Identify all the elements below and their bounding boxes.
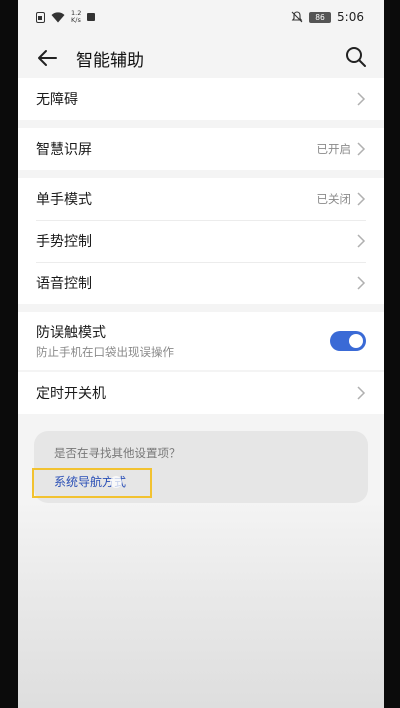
background-fade xyxy=(18,500,384,708)
sim-card-icon xyxy=(36,11,45,23)
chevron-right-icon xyxy=(357,192,366,206)
settings-item-label: 手势控制 xyxy=(36,234,92,250)
back-arrow-icon[interactable] xyxy=(34,44,62,72)
bell-off-icon xyxy=(291,11,303,23)
chevron-right-icon xyxy=(357,386,366,400)
settings-item-one-hand-mode[interactable]: 单手模式 已关闭 xyxy=(18,178,384,220)
suggestion-question: 是否在寻找其他设置项？ xyxy=(54,446,181,460)
page-title: 智能辅助 xyxy=(76,51,144,71)
section-controls: 单手模式 已关闭 手势控制 语音控制 xyxy=(18,178,384,304)
settings-item-status: 已开启 xyxy=(316,142,352,156)
chevron-right-icon xyxy=(357,92,366,106)
wifi-icon xyxy=(51,11,65,23)
search-icon[interactable] xyxy=(342,43,370,71)
toggle-knob xyxy=(349,334,363,348)
chevron-right-icon xyxy=(357,234,366,248)
settings-item-description: 防止手机在口袋出现误操作 xyxy=(36,345,174,359)
settings-item-label: 无障碍 xyxy=(36,92,78,108)
app-header: 智能辅助 xyxy=(18,36,384,80)
settings-item-gesture-control[interactable]: 手势控制 xyxy=(18,220,384,262)
settings-item-accessibility[interactable]: 无障碍 xyxy=(18,78,384,120)
chevron-right-icon xyxy=(357,276,366,290)
settings-item-accidental-touch: 防误触模式 防止手机在口袋出现误操作 xyxy=(18,312,384,370)
clock: 5:06 xyxy=(337,10,364,24)
section-smart-screen: 智慧识屏 已开启 xyxy=(18,128,384,170)
touch-indicator xyxy=(110,476,122,488)
accidental-touch-toggle[interactable] xyxy=(330,331,366,351)
settings-item-label: 防误触模式 xyxy=(36,325,106,341)
network-speed-unit: K/s xyxy=(71,16,81,24)
settings-item-voice-control[interactable]: 语音控制 xyxy=(18,262,384,304)
settings-item-status: 已关闭 xyxy=(316,192,352,206)
media-notification-icon xyxy=(87,13,96,21)
section-accessibility: 无障碍 xyxy=(18,78,384,120)
settings-item-label: 单手模式 xyxy=(36,192,92,208)
battery-indicator: 86 xyxy=(309,11,332,23)
settings-item-label: 智慧识屏 xyxy=(36,142,92,158)
network-speed: 1.2 K/s xyxy=(71,10,81,24)
status-bar: 1.2 K/s 86 5:06 xyxy=(18,0,384,36)
settings-item-label: 语音控制 xyxy=(36,276,92,292)
tap-highlight-box xyxy=(32,468,152,498)
section-scheduled-power: 定时开关机 xyxy=(18,372,384,414)
settings-item-label: 定时开关机 xyxy=(36,386,106,402)
settings-item-scheduled-power[interactable]: 定时开关机 xyxy=(18,372,384,414)
settings-item-smart-screen[interactable]: 智慧识屏 已开启 xyxy=(18,128,384,170)
chevron-right-icon xyxy=(357,142,366,156)
settings-screen: 1.2 K/s 86 5:06 智能辅助 无障碍 智慧识屏 已开启 单手模式 已… xyxy=(18,0,384,708)
section-accidental-touch: 防误触模式 防止手机在口袋出现误操作 xyxy=(18,312,384,370)
